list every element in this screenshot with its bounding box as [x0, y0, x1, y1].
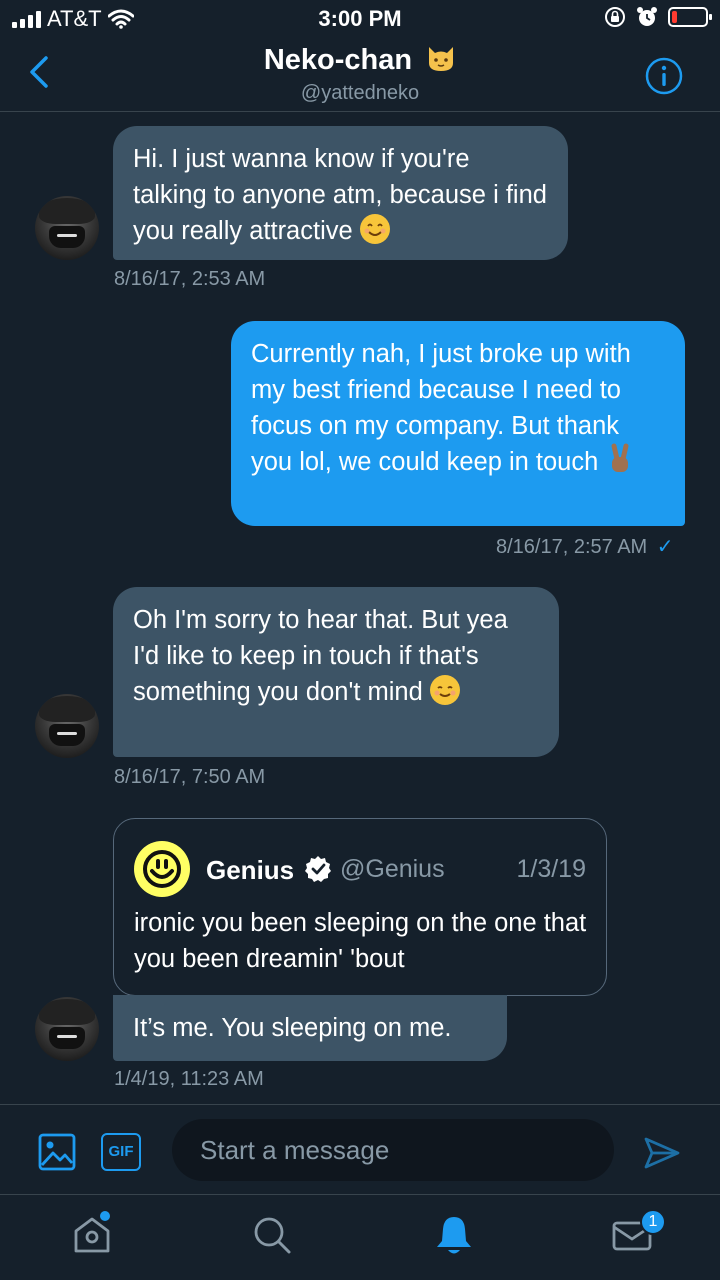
message-bubble-incoming[interactable]: Oh I'm sorry to hear that. But yea I'd l…: [113, 587, 559, 757]
cat-emoji-icon: [429, 47, 454, 71]
message-timestamp: 8/16/17, 2:57 AM ✓: [496, 534, 674, 559]
message-bubble-incoming[interactable]: It’s me. You sleeping on me.: [113, 995, 507, 1061]
message-timestamp: 8/16/17, 7:50 AM: [114, 766, 266, 788]
quoted-tweet-date: 1/3/19: [516, 855, 586, 883]
message-bubble-outgoing[interactable]: Currently nah, I just broke up with my b…: [231, 321, 685, 526]
message-composer: GIF: [0, 1104, 720, 1194]
orientation-lock-icon: [605, 7, 625, 27]
message-text: Hi. I just wanna know if you're talking …: [133, 145, 547, 245]
battery-icon: [668, 7, 712, 27]
victory-hand-emoji-icon: [605, 443, 635, 475]
read-check-icon: ✓: [656, 536, 674, 558]
quoted-tweet-card[interactable]: Genius @Genius 1/3/19 ironic you been sl…: [113, 818, 607, 996]
search-icon[interactable]: [250, 1213, 294, 1257]
timestamp-text: 8/16/17, 2:57 AM: [496, 536, 648, 558]
contact-handle: @yattedneko: [300, 82, 420, 104]
quoted-tweet-text: ironic you been sleeping on the one that…: [134, 909, 587, 973]
home-notification-dot: [100, 1211, 110, 1221]
quoted-author-name: Genius: [206, 855, 295, 885]
message-input[interactable]: [172, 1119, 614, 1181]
message-text: It’s me. You sleeping on me.: [133, 1014, 452, 1042]
notifications-bell-icon[interactable]: [432, 1213, 476, 1257]
smiling-face-emoji-icon: [359, 214, 390, 244]
message-bubble-incoming[interactable]: Hi. I just wanna know if you're talking …: [113, 126, 568, 260]
conversation-header: Neko-chan @yattedneko: [0, 36, 720, 112]
alarm-icon: [637, 7, 657, 26]
info-icon[interactable]: [644, 56, 684, 96]
verified-badge-icon: [305, 856, 331, 882]
conversation-title[interactable]: Neko-chan: [0, 44, 720, 77]
status-right: [604, 6, 712, 28]
image-icon[interactable]: [38, 1133, 76, 1171]
send-icon[interactable]: [642, 1133, 682, 1173]
contact-avatar[interactable]: [35, 196, 99, 260]
messages-badge: 1: [640, 1209, 666, 1235]
contact-avatar[interactable]: [35, 997, 99, 1061]
message-timestamp: 1/4/19, 11:23 AM: [114, 1068, 264, 1090]
bottom-tab-bar: 1: [0, 1194, 720, 1280]
quoted-author-handle: @Genius: [340, 855, 445, 883]
message-text: Currently nah, I just broke up with my b…: [251, 340, 631, 476]
smiling-face-emoji-icon: [429, 675, 460, 705]
contact-name: Neko-chan: [263, 44, 413, 76]
gif-button[interactable]: GIF: [101, 1133, 141, 1171]
status-bar: AT&T 3:00 PM: [0, 0, 720, 36]
contact-avatar[interactable]: [35, 694, 99, 758]
message-timestamp: 8/16/17, 2:53 AM: [114, 268, 266, 290]
genius-avatar-icon: [134, 841, 190, 897]
